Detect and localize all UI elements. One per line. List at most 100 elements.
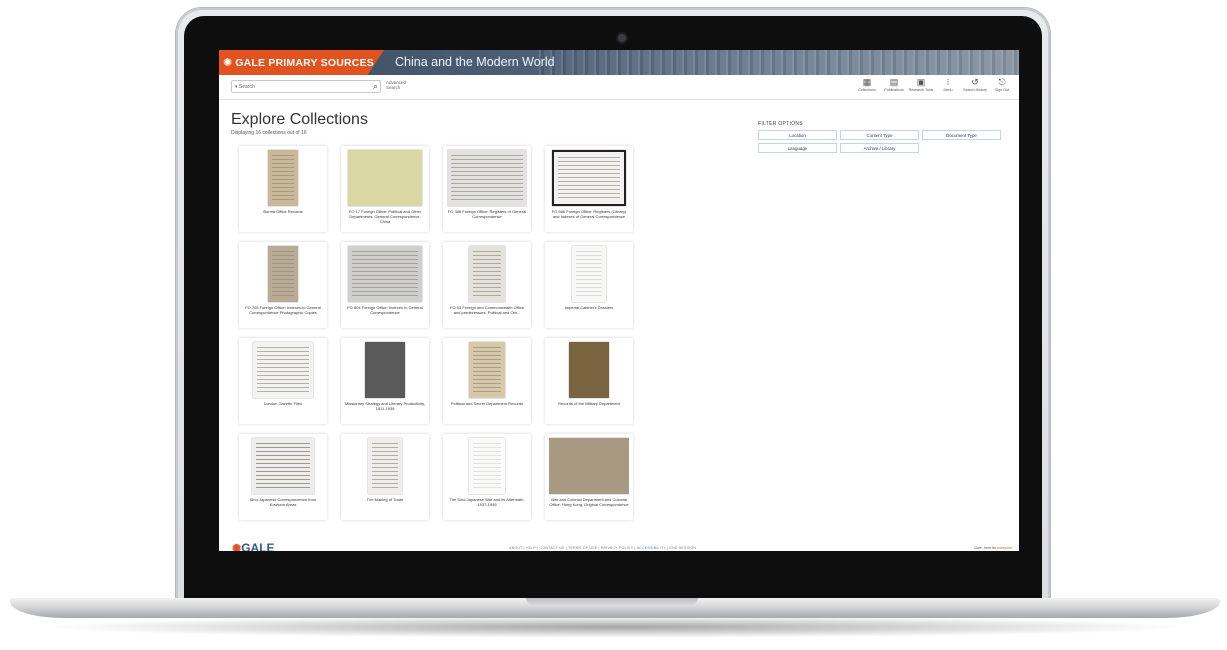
collection-title[interactable]: China and the Modern World	[395, 55, 555, 69]
collection-thumbnail	[345, 149, 425, 207]
collection-thumbnail	[549, 437, 629, 495]
collection-card[interactable]: FO 566 Foreign Office: Registers (Librar…	[545, 146, 633, 232]
filter-row: Language Archive / Library	[758, 143, 1006, 153]
collection-card[interactable]: FO 17 Foreign Office: Political and Othe…	[341, 146, 429, 232]
brand-logo[interactable]: ✺ GALE PRIMARY SOURCES	[219, 50, 384, 75]
collection-card[interactable]: The Sino-Japanese War and its Aftermath,…	[443, 434, 531, 520]
collection-thumbnail	[243, 341, 323, 399]
collection-label: FO 566 Foreign Office: Registers (Librar…	[551, 209, 627, 219]
tool-label: Search History	[963, 88, 987, 92]
collection-thumbnail	[447, 149, 527, 207]
collection-label: Imperial Cabinet's Dossiers	[564, 305, 614, 310]
collection-card[interactable]: FO 366 Foreign Office: Registers of Gene…	[443, 146, 531, 232]
filter-options: FILTER OPTIONS Location Content Type Doc…	[758, 121, 1006, 156]
collection-label: London Gazette Files	[263, 401, 303, 406]
collection-card[interactable]: War and Colonial Department and Colonial…	[545, 434, 633, 520]
filter-location-button[interactable]: Location	[758, 130, 837, 140]
advanced-search-link[interactable]: Advanced Search	[386, 80, 408, 90]
collection-thumbnail	[243, 437, 323, 495]
filter-document-type-button[interactable]: Document Type	[922, 130, 1001, 140]
tool-menu[interactable]: ⁝ Menu	[937, 77, 959, 92]
sign-out-icon: ⎋	[998, 77, 1006, 87]
filter-row: Location Content Type Document Type	[758, 130, 1006, 140]
collection-thumbnail	[447, 341, 527, 399]
collection-label: Sino-Japanese Correspondence from Kowloo…	[249, 497, 317, 507]
collection-thumbnail	[345, 245, 425, 303]
site-banner: ✺ GALE PRIMARY SOURCES China and the Mod…	[219, 50, 1019, 75]
collection-thumbnail	[549, 149, 629, 207]
collection-thumbnail	[447, 437, 527, 495]
webcam-icon	[618, 34, 626, 42]
collection-thumbnail	[243, 149, 323, 207]
tool-collections[interactable]: ▦ Collections	[856, 77, 878, 92]
filter-language-button[interactable]: Language	[758, 143, 837, 153]
collection-label: The Making of Trade	[366, 497, 404, 502]
collection-thumbnail	[243, 245, 323, 303]
collection-label: Burma Office Records	[263, 209, 303, 214]
tool-search-history[interactable]: ↺ Search History	[963, 77, 987, 92]
collection-label: War and Colonial Department and Colonial…	[549, 497, 629, 507]
footer-tagline: Gale, here for everyone.	[974, 546, 1013, 550]
tool-label: Menu	[943, 88, 953, 92]
gale-burst-icon: ✺	[223, 57, 233, 69]
filter-title: FILTER OPTIONS	[758, 121, 803, 127]
filter-content-type-button[interactable]: Content Type	[840, 130, 919, 140]
tool-sign-out[interactable]: ⎋ Sign Out	[991, 77, 1013, 92]
collection-label: FO 93 Foreign and Commonwealth Office an…	[450, 305, 524, 315]
publications-icon: ▤	[889, 77, 899, 87]
menu-icon: ⁝	[946, 77, 950, 87]
brand-name: GALE PRIMARY SOURCES	[235, 56, 374, 69]
collections-icon: ▦	[862, 77, 872, 87]
search-icon[interactable]: ⌕	[373, 81, 380, 92]
collection-card[interactable]: Burma Office Records	[239, 146, 327, 232]
collection-label: Political and Secret Department Records	[450, 401, 524, 406]
gale-burst-icon: ✺	[232, 543, 242, 551]
laptop-notch	[526, 598, 698, 605]
banner-image	[539, 50, 1019, 75]
collection-thumbnail	[345, 341, 425, 399]
search-bar: ▾ Search ⌕	[231, 80, 381, 93]
tool-label: Research Tools	[908, 88, 934, 92]
collection-label: Records of the Military Department	[558, 401, 620, 406]
collection-thumbnail	[549, 245, 629, 303]
browser-screen: ✺ GALE PRIMARY SOURCES China and the Mod…	[219, 50, 1019, 551]
collection-thumbnail	[549, 341, 629, 399]
collection-label: FO 366 Foreign Office: Registers of Gene…	[447, 209, 527, 219]
collection-card[interactable]: FO 705 Foreign Office: Indexes to Genera…	[239, 242, 327, 328]
collection-card[interactable]: Records of the Military Department	[545, 338, 633, 424]
laptop-shadow	[40, 616, 1190, 638]
collection-label: FO 804 Foreign Office: Indexes to Genera…	[347, 305, 423, 315]
search-history-icon: ↺	[971, 77, 979, 87]
collection-label: FO 705 Foreign Office: Indexes to Genera…	[245, 305, 321, 315]
tool-label: Sign Out	[995, 88, 1009, 92]
tool-research-tools[interactable]: ▣ Research Tools	[908, 77, 934, 92]
tool-publications[interactable]: ▤ Publications	[883, 77, 905, 92]
search-input[interactable]	[254, 82, 373, 91]
collection-thumbnail	[345, 437, 425, 495]
research-tools-icon: ▣	[916, 77, 926, 87]
toolbar-tools: ▦ Collections ▤ Publications ▣ Research …	[856, 77, 1013, 92]
collection-label: FO 17 Foreign Office: Political and Othe…	[348, 209, 422, 224]
toolbar: ▾ Search ⌕ Advanced Search ▦ Collections…	[219, 75, 1019, 100]
page-title: Explore Collections	[231, 111, 368, 128]
tool-label: Collections	[858, 88, 876, 92]
collection-card[interactable]: Missionary Strategy and Literary Product…	[341, 338, 429, 424]
collection-label: Missionary Strategy and Literary Product…	[345, 401, 425, 411]
collection-card[interactable]: The Making of Trade	[341, 434, 429, 520]
footer-links[interactable]: ABOUT | HELP | CONTACT US | TERMS OF USE…	[509, 546, 696, 550]
collection-card[interactable]: Sino-Japanese Correspondence from Kowloo…	[239, 434, 327, 520]
collection-card[interactable]: London Gazette Files	[239, 338, 327, 424]
footer-gale-logo[interactable]: ✺GALE	[232, 541, 275, 551]
collection-card[interactable]: FO 804 Foreign Office: Indexes to Genera…	[341, 242, 429, 328]
collection-card[interactable]: Political and Secret Department Records	[443, 338, 531, 424]
filter-archive-button[interactable]: Archive / Library	[840, 143, 919, 153]
search-type-dropdown[interactable]: ▾ Search	[232, 84, 255, 90]
footer-tagline-text: Gale, here for	[974, 546, 998, 550]
footer-logo-text: GALE	[241, 541, 275, 551]
page-subtitle: Displaying 16 collections out of 16	[231, 130, 307, 136]
collection-card[interactable]: Imperial Cabinet's Dossiers	[545, 242, 633, 328]
footer-tagline-link[interactable]: everyone.	[997, 546, 1013, 550]
collection-card[interactable]: FO 93 Foreign and Commonwealth Office an…	[443, 242, 531, 328]
collection-label: The Sino-Japanese War and its Aftermath,…	[449, 497, 525, 507]
collection-thumbnail	[447, 245, 527, 303]
